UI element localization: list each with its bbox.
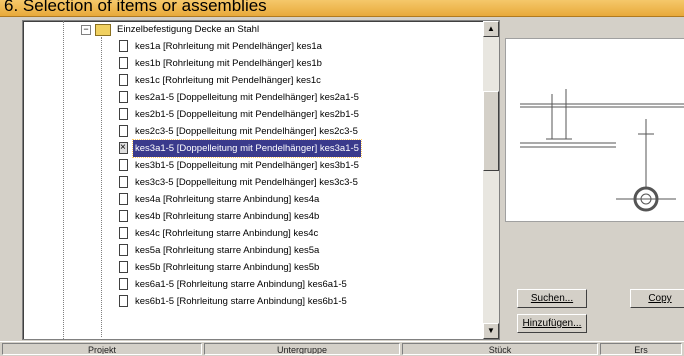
tree-item-label: kes2b1-5 [Doppelleitung mit Pendelhänger…	[135, 109, 359, 120]
tree-item-label: kes3c3-5 [Doppelleitung mit Pendelhänger…	[135, 177, 358, 188]
section-title-bar: 6. Selection of items or assemblies	[0, 0, 684, 17]
scroll-down-icon[interactable]: ▼	[483, 323, 499, 339]
tree-item-label: kes4c [Rohrleitung starre Anbindung] kes…	[135, 228, 319, 239]
scroll-up-icon[interactable]: ▲	[483, 21, 499, 37]
document-icon	[119, 159, 128, 171]
tree-item-label: kes4a [Rohrleitung starre Anbindung] kes…	[135, 194, 320, 205]
tree-item[interactable]: kes4a [Rohrleitung starre Anbindung] kes…	[23, 191, 481, 208]
document-icon	[119, 295, 128, 307]
tree-item[interactable]: kes4b [Rohrleitung starre Anbindung] kes…	[23, 208, 481, 225]
collapse-icon[interactable]: −	[81, 25, 91, 35]
tree-item-selected[interactable]: kes3a1-5 [Doppelleitung mit Pendelhänger…	[23, 139, 481, 158]
assembly-tree[interactable]: − Einzelbefestigung Decke an Stahl kes1a…	[22, 20, 500, 340]
document-icon	[119, 244, 128, 256]
tree-item[interactable]: kes1b [Rohrleitung mit Pendelhänger] kes…	[23, 55, 481, 72]
tree-item-label: kes5a [Rohrleitung starre Anbindung] kes…	[135, 245, 320, 256]
tree-item-label: kes1b [Rohrleitung mit Pendelhänger] kes…	[135, 58, 322, 69]
tree-item[interactable]: kes5a [Rohrleitung starre Anbindung] kes…	[23, 242, 481, 259]
document-icon	[119, 57, 128, 69]
scroll-thumb[interactable]	[483, 91, 499, 171]
tree-item-label: kes2c3-5 [Doppelleitung mit Pendelhänger…	[135, 126, 358, 137]
tree-item-label: kes3a1-5 [Doppelleitung mit Pendelhänger…	[132, 139, 362, 158]
tree-item-label: kes2a1-5 [Doppelleitung mit Pendelhänger…	[135, 92, 359, 103]
tree-folder-label: Einzelbefestigung Decke an Stahl	[117, 24, 260, 35]
document-icon	[119, 74, 128, 86]
tree-item-label: kes1c [Rohrleitung mit Pendelhänger] kes…	[135, 75, 321, 86]
copy-button[interactable]: Copy	[630, 289, 684, 308]
tree-item[interactable]: kes4c [Rohrleitung starre Anbindung] kes…	[23, 225, 481, 242]
tree-item[interactable]: kes3b1-5 [Doppelleitung mit Pendelhänger…	[23, 157, 481, 174]
tree-item[interactable]: kes5b [Rohrleitung starre Anbindung] kes…	[23, 259, 481, 276]
tree-item[interactable]: kes1c [Rohrleitung mit Pendelhänger] kes…	[23, 72, 481, 89]
document-icon	[119, 139, 128, 156]
folder-icon	[95, 24, 111, 36]
document-icon	[119, 40, 128, 52]
document-icon	[119, 176, 128, 188]
document-icon	[119, 227, 128, 239]
tree-item-label: kes6b1-5 [Rohrleitung starre Anbindung] …	[135, 296, 347, 307]
assembly-preview	[505, 38, 684, 222]
tree-item[interactable]: kes2c3-5 [Doppelleitung mit Pendelhänger…	[23, 123, 481, 140]
tree-item-label: kes1a [Rohrleitung mit Pendelhänger] kes…	[135, 41, 322, 52]
document-icon	[119, 193, 128, 205]
status-pane-count: Stück	[402, 343, 598, 355]
status-pane-subgroup: Untergruppe	[204, 343, 400, 355]
document-icon	[119, 91, 128, 103]
tree-item[interactable]: kes6b1-5 [Rohrleitung starre Anbindung] …	[23, 293, 481, 310]
status-bar: Projekt Untergruppe Stück Ers	[0, 341, 684, 356]
status-pane-project: Projekt	[2, 343, 202, 355]
tree-folder-row[interactable]: − Einzelbefestigung Decke an Stahl	[23, 21, 481, 38]
add-button[interactable]: Hinzufügen...	[517, 314, 587, 333]
tree-scrollbar[interactable]: ▲ ▼	[483, 21, 499, 339]
pipe-hanger-drawing	[520, 89, 684, 212]
status-pane-extra: Ers	[600, 343, 682, 355]
search-button[interactable]: Suchen...	[517, 289, 587, 308]
tree-item-label: kes6a1-5 [Rohrleitung starre Anbindung] …	[135, 279, 347, 290]
tree-item[interactable]: kes2a1-5 [Doppelleitung mit Pendelhänger…	[23, 89, 481, 106]
tree-item[interactable]: kes2b1-5 [Doppelleitung mit Pendelhänger…	[23, 106, 481, 123]
document-icon	[119, 261, 128, 273]
tree-item-label: kes3b1-5 [Doppelleitung mit Pendelhänger…	[135, 160, 359, 171]
document-icon	[119, 210, 128, 222]
document-icon	[119, 278, 128, 290]
section-title: 6. Selection of items or assemblies	[4, 0, 267, 15]
tree-item[interactable]: kes6a1-5 [Rohrleitung starre Anbindung] …	[23, 276, 481, 293]
tree-item-label: kes4b [Rohrleitung starre Anbindung] kes…	[135, 211, 320, 222]
document-icon	[119, 108, 128, 120]
tree-item[interactable]: kes1a [Rohrleitung mit Pendelhänger] kes…	[23, 38, 481, 55]
tree-item-label: kes5b [Rohrleitung starre Anbindung] kes…	[135, 262, 320, 273]
tree-item[interactable]: kes3c3-5 [Doppelleitung mit Pendelhänger…	[23, 174, 481, 191]
document-icon	[119, 125, 128, 137]
